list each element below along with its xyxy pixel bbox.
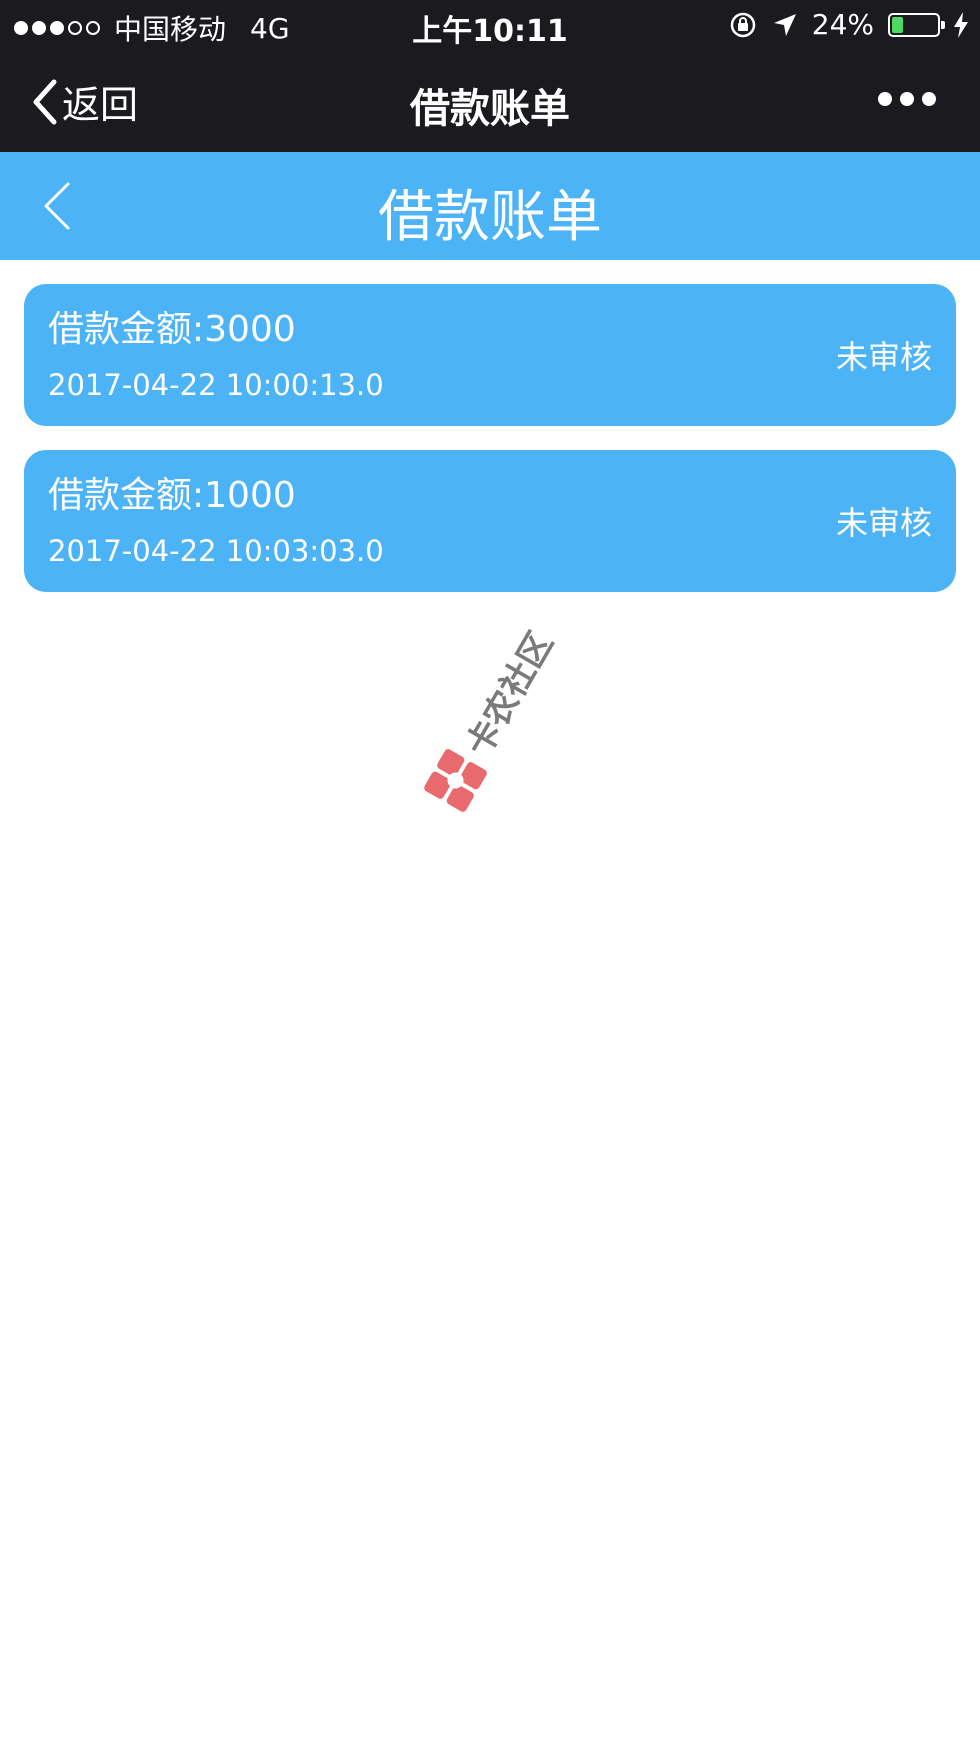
loan-time: 2017-04-22 10:00:13.0 [48, 368, 384, 402]
status-right: 24% [728, 8, 968, 41]
more-dot [922, 92, 936, 106]
location-arrow-icon [773, 13, 796, 36]
charging-bolt-icon [954, 11, 968, 38]
more-options-icon[interactable] [878, 92, 936, 106]
status-bar: 中国移动 4G 上午10:11 24% [0, 0, 980, 52]
more-dot [900, 92, 914, 106]
battery-icon [888, 12, 945, 37]
loan-status: 未审核 [835, 504, 932, 542]
loan-list: 借款金额:3000 2017-04-22 10:00:13.0 未审核 借款金额… [24, 284, 956, 616]
loan-amount: 借款金额:3000 [48, 309, 296, 350]
loan-amount: 借款金额:1000 [48, 475, 296, 516]
loan-status: 未审核 [835, 338, 932, 376]
loan-time: 2017-04-22 10:03:03.0 [48, 534, 384, 568]
watermark: 卡农社区 [420, 620, 563, 816]
battery-percent: 24% [811, 8, 874, 41]
battery-level-fill [892, 16, 903, 33]
loan-card[interactable]: 借款金额:1000 2017-04-22 10:03:03.0 未审核 [24, 450, 956, 592]
wechat-nav-bar: 返回 借款账单 [0, 52, 980, 152]
watermark-text: 卡农社区 [458, 625, 561, 763]
rotation-lock-icon [730, 12, 756, 37]
battery-nub [941, 20, 945, 29]
wechat-nav-title: 借款账单 [410, 86, 570, 132]
page-title: 借款账单 [378, 185, 602, 250]
more-dot [878, 92, 892, 106]
page-header: 借款账单 [0, 152, 980, 260]
loan-card[interactable]: 借款金额:3000 2017-04-22 10:00:13.0 未审核 [24, 284, 956, 426]
